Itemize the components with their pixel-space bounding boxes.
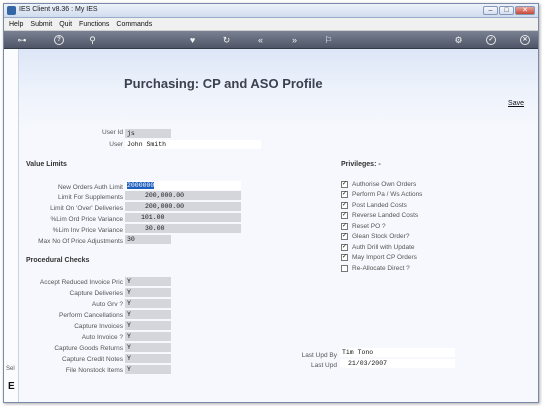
privileges-heading: Privileges: - bbox=[341, 161, 381, 168]
last-upd-field[interactable]: 21/03/2007 bbox=[340, 359, 455, 368]
new-orders-auth-limit-label: New Orders Auth Limit bbox=[57, 184, 123, 191]
app-icon bbox=[7, 6, 16, 15]
main-content: Purchasing: CP and ASO Profile Save User… bbox=[18, 49, 538, 402]
window-title: IES Client v8.36 : My IES bbox=[19, 6, 98, 13]
lim-ord-price-variance-field[interactable]: 101.00 bbox=[125, 213, 241, 222]
checkbox[interactable]: ✓ bbox=[341, 254, 348, 261]
menu-functions[interactable]: Functions bbox=[79, 21, 109, 28]
user-id-label: User Id bbox=[102, 129, 123, 136]
perform-cancellations-field[interactable]: Y bbox=[125, 310, 171, 319]
priv-may-import-cp-orders[interactable]: ✓ May Import CP Orders bbox=[341, 254, 417, 261]
auto-invoice-label: Auto Invoice ? bbox=[81, 334, 123, 341]
priv-glean-stock-order[interactable]: ✓ Glean Stock Order? bbox=[341, 233, 409, 240]
procedural-checks-heading: Procedural Checks bbox=[26, 257, 90, 264]
capture-goods-returns-label: Capture Goods Returns bbox=[54, 345, 123, 352]
lim-ord-price-variance-label: %Lim Ord Price Variance bbox=[50, 216, 124, 223]
priv-label: Reverse Landed Costs bbox=[352, 212, 419, 219]
capture-deliveries-field[interactable]: Y bbox=[125, 288, 171, 297]
priv-label: Post Landed Costs bbox=[352, 202, 407, 209]
capture-invoices-label: Capture Invoices bbox=[74, 323, 123, 330]
user-id-field[interactable]: js bbox=[125, 129, 171, 138]
priv-label: Reset PO ? bbox=[352, 223, 386, 230]
app-window: IES Client v8.36 : My IES – □ ✕ Help Sub… bbox=[3, 3, 539, 403]
menu-quit[interactable]: Quit bbox=[59, 21, 72, 28]
close-button[interactable]: ✕ bbox=[515, 6, 535, 15]
new-orders-auth-limit-field[interactable]: 2000000 bbox=[125, 181, 241, 190]
priv-label: May Import CP Orders bbox=[352, 254, 417, 261]
priv-post-landed-costs[interactable]: ✓ Post Landed Costs bbox=[341, 202, 407, 209]
lim-inv-price-variance-field[interactable]: 30.00 bbox=[125, 224, 241, 233]
priv-perform-pa-ws-actions[interactable]: ✓ Perform Pa / Ws Actions bbox=[341, 191, 422, 198]
menu-help[interactable]: Help bbox=[9, 21, 23, 28]
cancel-icon[interactable]: ✕ bbox=[520, 35, 530, 45]
file-nonstock-items-label: File Nonstock Items bbox=[65, 367, 123, 374]
checkbox[interactable]: ✓ bbox=[341, 244, 348, 251]
minimize-button[interactable]: – bbox=[483, 6, 498, 15]
perform-cancellations-label: Perform Cancellations bbox=[59, 312, 123, 319]
priv-label: Authorise Own Orders bbox=[352, 181, 417, 188]
priv-label: Auth Drill with Update bbox=[352, 244, 415, 251]
flag-icon[interactable]: ⚐ bbox=[322, 34, 335, 46]
forward-icon[interactable]: » bbox=[288, 34, 301, 46]
limit-for-supplements-label: Limit For Supplements bbox=[57, 194, 123, 201]
title-bar: IES Client v8.36 : My IES – □ ✕ bbox=[4, 4, 538, 18]
last-upd-by-field[interactable]: Tim Tono bbox=[340, 348, 455, 357]
limit-for-supplements-field[interactable]: 200,000.00 bbox=[125, 191, 241, 200]
capture-deliveries-label: Capture Deliveries bbox=[69, 290, 123, 297]
accept-reduced-invoice-label: Accept Reduced Invoice Pric bbox=[39, 279, 123, 286]
capture-goods-returns-field[interactable]: Y bbox=[125, 343, 171, 352]
checkbox[interactable]: ✓ bbox=[341, 233, 348, 240]
capture-invoices-field[interactable]: Y bbox=[125, 321, 171, 330]
user-label: User bbox=[109, 141, 123, 148]
last-upd-by-label: Last Upd By bbox=[301, 352, 337, 359]
heart-icon[interactable]: ♥ bbox=[186, 34, 199, 46]
capture-credit-notes-label: Capture Credit Notes bbox=[61, 356, 123, 363]
user-name-field[interactable]: John Smith bbox=[125, 140, 261, 149]
priv-label: Re-Allocate Direct ? bbox=[352, 265, 410, 272]
checkbox[interactable]: ✓ bbox=[341, 191, 348, 198]
priv-reverse-landed-costs[interactable]: ✓ Reverse Landed Costs bbox=[341, 212, 418, 219]
limit-over-deliveries-field[interactable]: 200,000.00 bbox=[125, 202, 241, 211]
capture-credit-notes-field[interactable]: Y bbox=[125, 354, 171, 363]
e-icon[interactable]: E bbox=[8, 381, 15, 392]
priv-auth-drill-with-update[interactable]: ✓ Auth Drill with Update bbox=[341, 244, 415, 251]
last-upd-label: Last Upd bbox=[310, 362, 337, 369]
menu-commands[interactable]: Commands bbox=[116, 21, 152, 28]
save-link[interactable]: Save bbox=[508, 100, 524, 107]
menu-submit[interactable]: Submit bbox=[30, 21, 52, 28]
help-icon[interactable]: ? bbox=[54, 35, 64, 45]
lim-inv-price-variance-label: %Lim Inv Price Variance bbox=[52, 227, 123, 234]
settings-icon[interactable]: ⚙ bbox=[452, 34, 465, 46]
limit-over-deliveries-label: Limit On 'Over' Deliveries bbox=[50, 205, 123, 212]
back-icon[interactable]: « bbox=[254, 34, 267, 46]
priv-label: Perform Pa / Ws Actions bbox=[352, 191, 423, 198]
search-icon[interactable]: ⚲ bbox=[86, 34, 99, 46]
accept-reduced-invoice-field[interactable]: Y bbox=[125, 277, 171, 286]
max-price-adjustments-field[interactable]: 30 bbox=[125, 235, 171, 244]
key-icon[interactable]: ⊶ bbox=[14, 34, 30, 46]
file-nonstock-items-field[interactable]: Y bbox=[125, 365, 171, 374]
checkbox[interactable]: ✓ bbox=[341, 202, 348, 209]
page-title: Purchasing: CP and ASO Profile bbox=[124, 76, 323, 91]
auto-invoice-field[interactable]: Y bbox=[125, 332, 171, 341]
auto-grv-label: Auto Grv ? bbox=[91, 301, 123, 308]
checkbox[interactable]: ✓ bbox=[341, 212, 348, 219]
checkbox[interactable]: ✓ bbox=[341, 181, 348, 188]
checkbox[interactable]: ✓ bbox=[341, 223, 348, 230]
priv-label: Glean Stock Order? bbox=[352, 233, 410, 240]
max-price-adjustments-label: Max No Of Price Adjustments bbox=[38, 238, 123, 245]
auto-grv-field[interactable]: Y bbox=[125, 299, 171, 308]
value-limits-heading: Value Limits bbox=[26, 161, 67, 168]
priv-authorise-own-orders[interactable]: ✓ Authorise Own Orders bbox=[341, 181, 416, 188]
menu-bar: Help Submit Quit Functions Commands bbox=[4, 18, 538, 31]
priv-re-allocate-direct[interactable]: Re-Allocate Direct ? bbox=[341, 265, 410, 272]
ok-icon[interactable]: ✓ bbox=[486, 35, 496, 45]
toolbar: ⊶ ? ⚲ ♥ ↻ « » ⚐ ⚙ ✓ ✕ bbox=[4, 31, 538, 49]
refresh-icon[interactable]: ↻ bbox=[220, 34, 233, 46]
priv-reset-po[interactable]: ✓ Reset PO ? bbox=[341, 223, 386, 230]
checkbox[interactable] bbox=[341, 265, 348, 272]
maximize-button[interactable]: □ bbox=[499, 6, 514, 15]
